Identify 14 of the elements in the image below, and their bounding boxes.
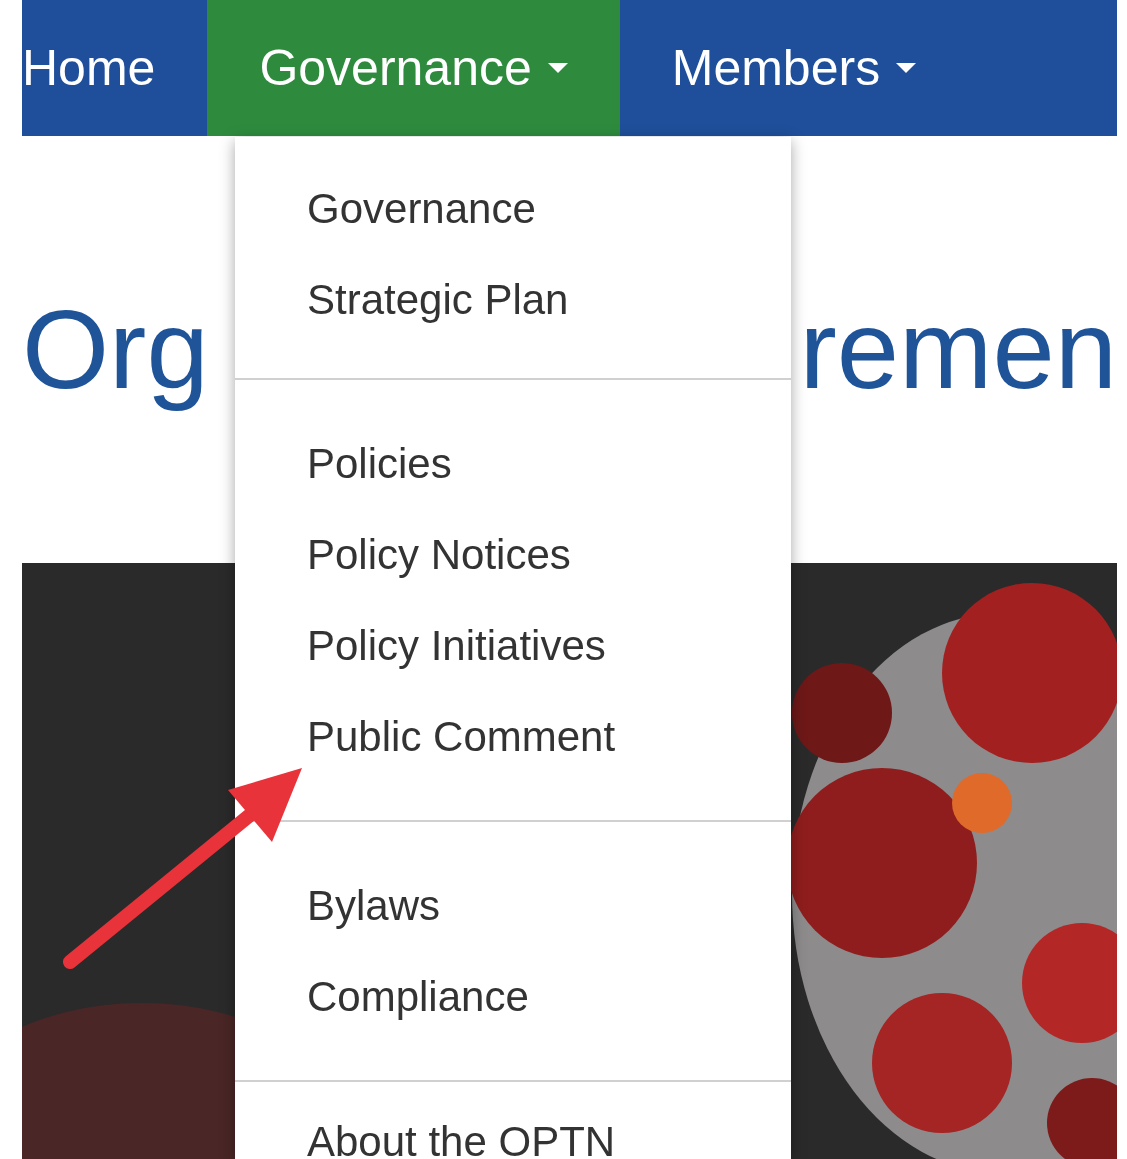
menu-item[interactable]: Strategic Plan [235, 254, 791, 345]
menu-item[interactable]: Policies [235, 418, 791, 509]
menu-item[interactable]: Compliance [235, 951, 791, 1042]
menu-item[interactable]: About the OPTN [235, 1096, 791, 1159]
menu-item[interactable]: Policy Notices [235, 509, 791, 600]
nav-tab[interactable]: Governance [207, 0, 620, 136]
menu-item[interactable]: Public Comment [235, 691, 791, 782]
menu-item[interactable]: Bylaws [235, 860, 791, 951]
page-heading: remen [799, 285, 1117, 414]
page-heading: Org [22, 285, 209, 414]
nav-tab[interactable]: Members [619, 0, 969, 136]
menu-item[interactable]: Policy Initiatives [235, 600, 791, 691]
nav-tab[interactable]: Home [22, 0, 208, 136]
menu-item[interactable]: Governance [235, 163, 791, 254]
